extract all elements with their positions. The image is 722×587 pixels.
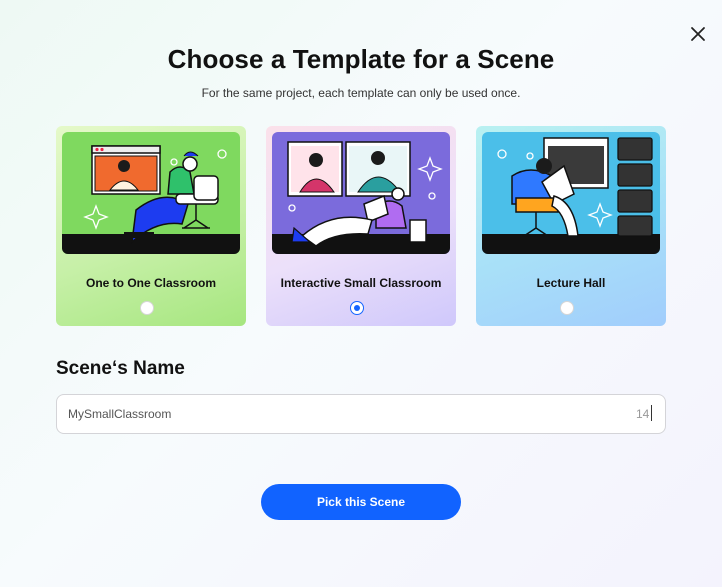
one-to-one-illustration xyxy=(62,132,240,254)
close-button[interactable] xyxy=(688,24,708,44)
template-label: One to One Classroom xyxy=(85,276,217,290)
template-label: Interactive Small Classroom xyxy=(280,276,442,290)
template-radio[interactable] xyxy=(140,301,154,315)
template-card-interactive-small[interactable]: Interactive Small Classroom xyxy=(266,126,456,326)
template-card-one-to-one[interactable]: One to One Classroom xyxy=(56,126,246,326)
interactive-small-illustration xyxy=(272,132,450,254)
close-icon xyxy=(691,27,705,41)
dialog-subtitle: For the same project, each template can … xyxy=(201,86,521,100)
template-radio[interactable] xyxy=(350,301,364,315)
template-radio[interactable] xyxy=(560,301,574,315)
lecture-hall-illustration xyxy=(482,132,660,254)
text-caret xyxy=(651,405,652,421)
dialog-title: Choose a Template for a Scene xyxy=(167,44,555,74)
template-card-lecture-hall[interactable]: Lecture Hall xyxy=(476,126,666,326)
character-counter: 14 xyxy=(636,407,650,421)
template-label: Lecture Hall xyxy=(536,276,606,290)
pick-scene-button[interactable]: Pick this Scene xyxy=(261,484,461,520)
scene-name-input[interactable] xyxy=(56,394,666,434)
scene-name-heading: Scene‘s Name xyxy=(56,358,185,379)
